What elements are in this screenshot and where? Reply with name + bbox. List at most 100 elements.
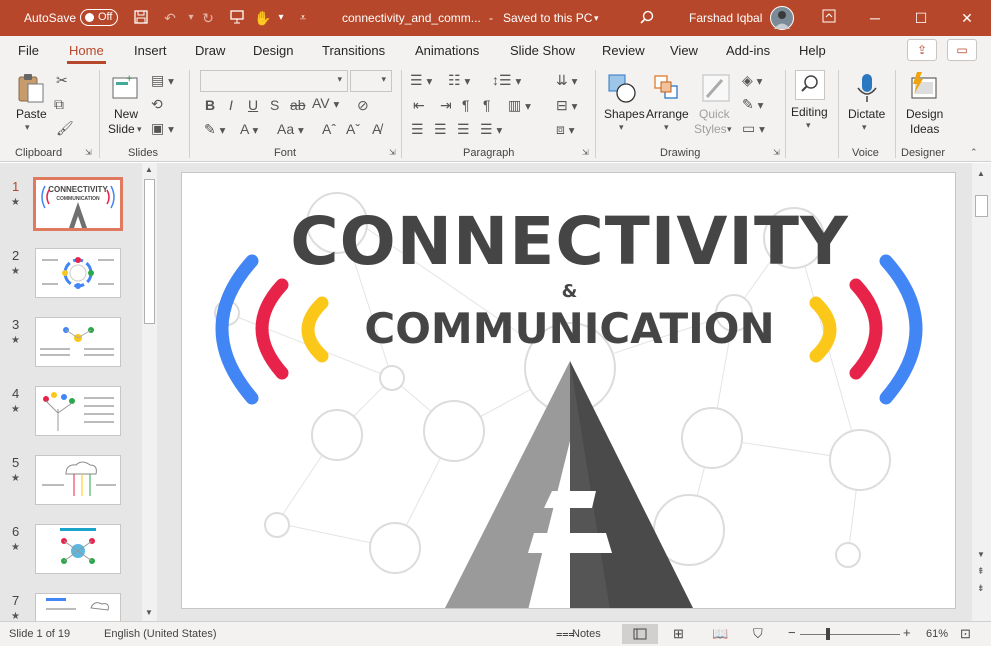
bullets-icon[interactable]: ☰ ▾ [410,72,432,89]
save-icon[interactable] [132,9,150,27]
smartart-icon[interactable]: ⧈ ▾ [556,121,575,138]
clear-formatting-icon[interactable]: A̸ [372,121,381,137]
underline-icon[interactable]: U [248,97,258,113]
layout-icon[interactable]: ▤ ▾ [151,72,174,89]
section-icon[interactable]: ▣ ▾ [151,120,174,137]
minimize-icon[interactable]: ─ [852,0,898,36]
editing-icon[interactable] [795,70,825,100]
align-right-icon[interactable]: ☰ [457,121,470,138]
new-slide-icon[interactable]: + [110,72,140,105]
editing-dropdown-icon[interactable]: ▾ [806,120,811,131]
tab-view[interactable]: View [670,43,698,58]
slide-thumbnail[interactable] [35,317,121,367]
comments-button[interactable]: ▭ [947,39,977,61]
font-color-icon[interactable]: A ▾ [240,121,258,137]
slide-sorter-icon[interactable]: ⊞ [673,626,684,642]
save-status[interactable]: Saved to this PC [503,11,592,25]
scroll-up-icon[interactable]: ▲ [977,169,985,178]
language-status[interactable]: English (United States) [104,628,217,640]
zoom-in-icon[interactable]: + [903,625,911,640]
tab-review[interactable]: Review [602,43,645,58]
decrease-font-icon[interactable]: Aˇ [346,121,360,137]
editor-scrollbar[interactable]: ▲ ▼ ⇞ ⇟ [972,163,991,621]
quick-styles-dropdown-icon[interactable]: ▾ [727,124,732,135]
tab-slide-show[interactable]: Slide Show [510,43,575,58]
arrange-label[interactable]: Arrange [646,107,689,121]
collapse-ribbon-icon[interactable]: ⌃ [970,147,978,158]
thumbnail-row[interactable]: 5 ★ [0,455,140,515]
tab-home[interactable]: Home [67,43,106,64]
slide-thumbnail[interactable] [35,524,121,574]
shape-outline-icon[interactable]: ✎ ▾ [742,96,763,113]
slide-thumbnail[interactable] [35,248,121,298]
tab-transitions[interactable]: Transitions [322,43,385,58]
slide-subtitle[interactable]: COMMUNICATION [182,303,955,355]
slide-ampersand[interactable]: & [182,281,955,302]
dictate-dropdown-icon[interactable]: ▾ [862,122,867,133]
quick-styles-icon[interactable] [700,72,732,107]
paste-dropdown-icon[interactable]: ▾ [25,122,30,133]
slide-thumbnail[interactable] [35,455,121,505]
customize-qat-icon[interactable]: ⩡ [294,9,312,27]
editing-label[interactable]: Editing [791,105,828,119]
shapes-label[interactable]: Shapes [604,107,645,121]
new-slide-label-2[interactable]: Slide [108,122,135,136]
slide-thumbnail[interactable] [35,593,121,621]
tab-design[interactable]: Design [253,43,293,58]
drawing-launcher-icon[interactable]: ⇲ [773,148,780,157]
strikethrough-icon[interactable]: ab [290,97,306,113]
quick-styles-label-1[interactable]: Quick [699,107,730,121]
dictate-label[interactable]: Dictate [848,107,885,121]
format-painter-icon[interactable]: 🖌 [56,120,74,137]
redo-icon[interactable]: ↻ [199,9,217,27]
tab-animations[interactable]: Animations [415,43,479,58]
avatar[interactable] [770,6,794,30]
present-icon[interactable] [228,9,246,27]
zoom-level[interactable]: 61% [926,628,948,640]
touch-dropdown-icon[interactable]: ▾ [272,9,290,27]
shapes-icon[interactable] [606,72,638,107]
shapes-dropdown-icon[interactable]: ▾ [619,122,624,133]
paste-label[interactable]: Paste [16,107,47,121]
maximize-icon[interactable]: ☐ [898,0,944,36]
align-center-icon[interactable]: ☰ [434,121,447,138]
new-slide-label-1[interactable]: New [114,107,138,121]
justify-icon[interactable]: ☰ ▾ [480,121,502,138]
shape-fill-icon[interactable]: ◈ ▾ [742,72,763,89]
save-status-chevron-icon[interactable]: ▾ [594,13,599,24]
copy-icon[interactable]: ⧉ [54,96,64,113]
next-slide-icon[interactable]: ⇟ [977,583,985,594]
current-slide[interactable]: CONNECTIVITY & COMMUNICATION [181,172,956,609]
design-ideas-icon[interactable] [907,70,939,105]
design-ideas-label-1[interactable]: Design [906,107,943,121]
undo-icon[interactable]: ↶ [161,9,179,27]
slide-show-icon[interactable]: ⛉ [753,626,763,642]
decrease-indent-icon[interactable]: ⇤ [413,97,425,114]
user-name[interactable]: Farshad Iqbal [689,11,762,25]
notes-button[interactable]: Notes [572,628,601,640]
autosave-toggle[interactable]: Off [80,9,118,26]
zoom-slider[interactable] [800,634,900,635]
scroll-down-icon[interactable]: ▼ [977,550,985,559]
slide-thumbnail[interactable]: CONNECTIVITY COMMUNICATION [33,177,123,231]
undo-dropdown-icon[interactable]: ▾ [182,9,200,27]
quick-styles-label-2[interactable]: Styles [694,122,727,136]
scroll-up-icon[interactable]: ▲ [145,165,153,174]
fit-to-window-icon[interactable]: ⊡ [960,626,971,642]
slide-title[interactable]: CONNECTIVITY [182,203,955,281]
columns-icon[interactable]: ▥ ▾ [508,97,531,114]
share-button[interactable]: ⇪ [907,39,937,61]
thumbnail-row[interactable]: 6 ★ [0,524,140,584]
tab-draw[interactable]: Draw [195,43,225,58]
thumbnail-row[interactable]: 1 ★ CONNECTIVITY COMMUNICATION [0,177,140,239]
microphone-icon[interactable] [855,72,879,107]
text-direction-icon[interactable]: ⇊ ▾ [556,72,577,89]
normal-view-button[interactable] [622,624,658,644]
line-spacing-icon[interactable]: ↕☰ ▾ [492,72,521,89]
thumbnail-row[interactable]: 3 ★ [0,317,140,377]
font-size-toggle-icon[interactable]: Aa ▾ [277,121,304,137]
font-size-combo[interactable]: ▾ [350,70,392,92]
italic-icon[interactable]: I [229,97,233,113]
search-icon[interactable] [638,9,656,27]
shape-effects-icon[interactable]: ▭ ▾ [742,120,765,137]
